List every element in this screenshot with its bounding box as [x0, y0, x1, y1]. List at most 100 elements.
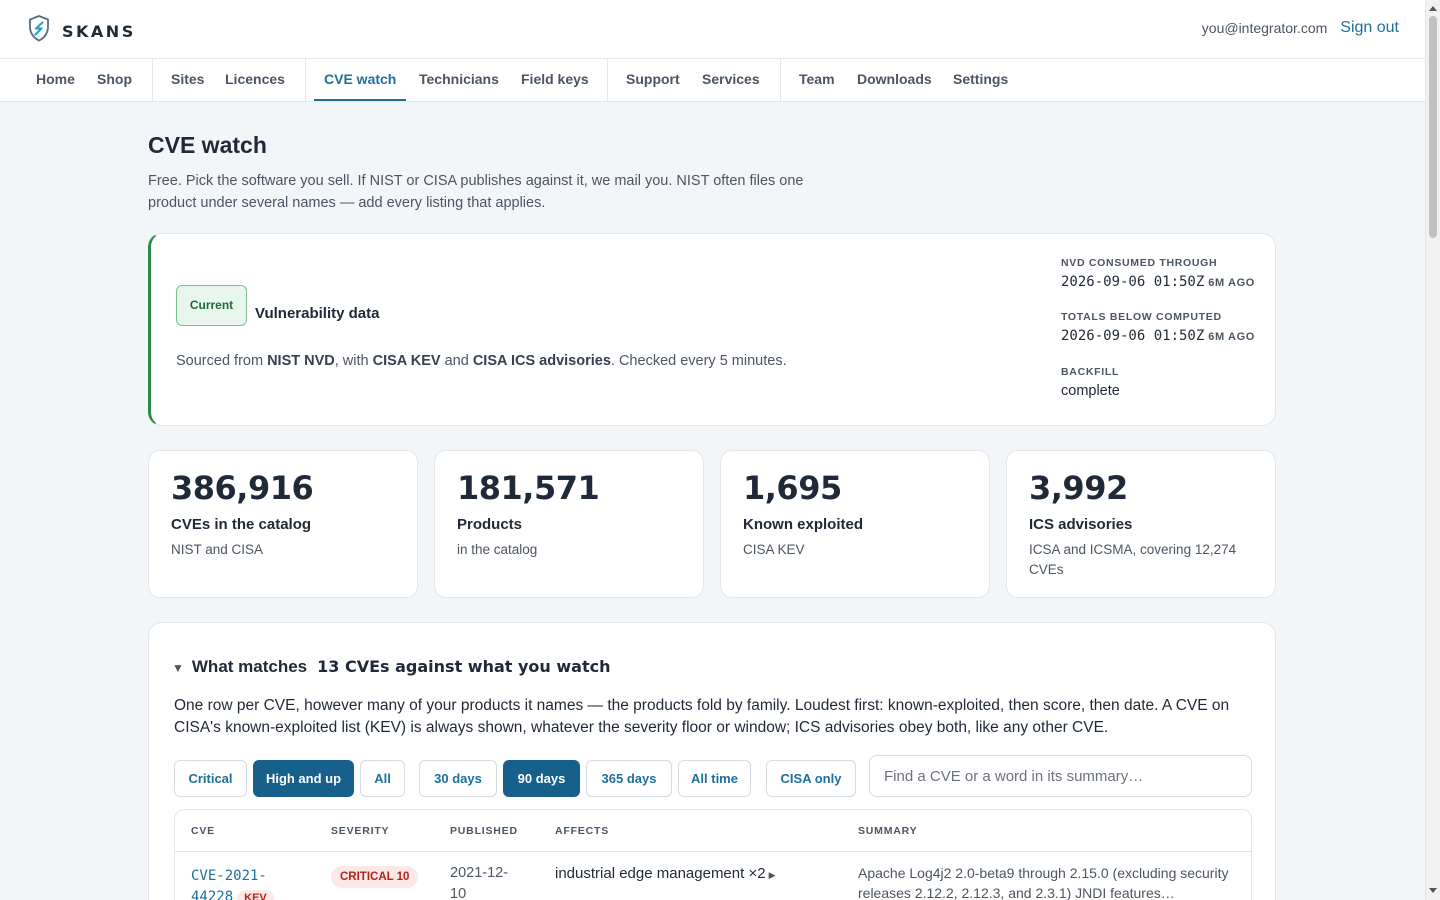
status-description: Sourced from NIST NVD, with CISA KEV and… — [176, 353, 787, 369]
filter-all-time[interactable]: All time — [678, 760, 751, 797]
nav-field-keys[interactable]: Field keys — [521, 59, 589, 101]
filter-90-days[interactable]: 90 days — [503, 760, 580, 797]
matches-header[interactable]: ▼ What matches 13 CVEs against what you … — [172, 657, 610, 677]
expand-affects-icon[interactable]: ▶ — [769, 870, 776, 880]
summary-cell: Apache Log4j2 2.0-beta9 through 2.15.0 (… — [858, 865, 1229, 900]
cve-cell: CVE-2021-44228 KEV — [191, 865, 301, 900]
nav-divider — [305, 59, 306, 101]
nav-services[interactable]: Services — [702, 59, 760, 101]
account-email: you@integrator.com — [1201, 20, 1328, 36]
stat-value: 386,916 — [171, 469, 314, 507]
stat-value: 181,571 — [457, 469, 600, 507]
meta-timestamp: 2026-09-06 01:50Z — [1061, 274, 1205, 290]
nav-divider — [607, 59, 608, 101]
stat-sublabel: ICSA and ICSMA, covering 12,274 CVEs — [1029, 542, 1237, 577]
sign-out-link[interactable]: Sign out — [1340, 19, 1399, 37]
stat-sublabel: in the catalog — [457, 542, 538, 557]
nav-licences[interactable]: Licences — [225, 59, 285, 101]
meta-label: BACKFILL — [1061, 366, 1120, 378]
status-badge: Current — [176, 285, 247, 326]
stat-card-cves: 386,916 CVEs in the catalog NIST and CIS… — [148, 450, 418, 598]
cve-search-input[interactable] — [869, 755, 1252, 797]
source-ics: CISA ICS advisories — [472, 353, 611, 369]
matches-table: CVE SEVERITY PUBLISHED AFFECTS SUMMARY C… — [174, 809, 1252, 900]
nav-settings[interactable]: Settings — [953, 59, 1008, 101]
nav-technicians[interactable]: Technicians — [419, 59, 499, 101]
page-intro: Free. Pick the software you sell. If NIS… — [148, 173, 804, 211]
page-scrollbar[interactable] — [1425, 0, 1440, 900]
nav-shop[interactable]: Shop — [97, 59, 132, 101]
stat-label: Products — [457, 516, 523, 533]
nav-downloads[interactable]: Downloads — [857, 59, 932, 101]
matches-count: 13 CVEs against what you watch — [317, 657, 611, 676]
collapse-caret-icon[interactable]: ▼ — [172, 661, 184, 675]
source-nvd: NIST NVD — [267, 353, 335, 369]
brand-logo[interactable]: SKANS — [28, 15, 136, 47]
filter-30-days[interactable]: 30 days — [419, 760, 497, 797]
stat-card-products: 181,571 Products in the catalog — [434, 450, 704, 598]
stat-label: ICS advisories — [1029, 516, 1133, 533]
stat-sublabel: NIST and CISA — [171, 542, 264, 557]
stat-value: 3,992 — [1029, 469, 1128, 507]
column-header-published[interactable]: PUBLISHED — [450, 825, 518, 837]
severity-cell: CRITICAL 10 — [331, 866, 419, 888]
stat-value: 1,695 — [743, 469, 842, 507]
nav-cve-watch[interactable]: CVE watch — [314, 59, 407, 101]
totals-computed-meta: TOTALS BELOW COMPUTED 2026-09-06 01:50Z 6… — [1061, 311, 1255, 344]
filter-cisa-only[interactable]: CISA only — [766, 760, 856, 797]
nav-home[interactable]: Home — [36, 59, 75, 101]
status-desc-text: Sourced from — [176, 353, 268, 369]
matches-title: What matches — [191, 657, 308, 676]
stat-label: Known exploited — [743, 516, 863, 533]
nvd-consumed-meta: NVD CONSUMED THROUGH 2026-09-06 01:50Z 6M… — [1061, 257, 1255, 290]
status-desc-text: and — [440, 353, 473, 369]
meta-label: TOTALS BELOW COMPUTED — [1061, 311, 1222, 323]
top-bar: SKANS you@integrator.com Sign out — [0, 0, 1425, 59]
meta-ago: 6M AGO — [1208, 331, 1255, 343]
affects-text: industrial edge management ×2 — [555, 865, 766, 882]
brand-name: SKANS — [62, 21, 136, 41]
meta-label: NVD CONSUMED THROUGH — [1061, 257, 1218, 269]
column-header-cve[interactable]: CVE — [191, 825, 215, 837]
nav-sites[interactable]: Sites — [171, 59, 204, 101]
status-desc-text: , with — [334, 353, 373, 369]
stat-card-ics-advisories: 3,992 ICS advisories ICSA and ICSMA, cov… — [1006, 450, 1276, 598]
filter-365-days[interactable]: 365 days — [586, 760, 672, 797]
shield-logo-icon — [28, 15, 50, 47]
kev-badge: KEV — [237, 890, 274, 900]
status-desc-text: . Checked every 5 minutes. — [610, 353, 787, 369]
meta-value: 2026-09-06 01:50Z 6M AGO — [1061, 274, 1255, 290]
meta-value: complete — [1061, 383, 1120, 399]
backfill-meta: BACKFILL complete — [1061, 366, 1120, 399]
table-header-divider — [175, 851, 1251, 852]
nav-divider — [780, 59, 781, 101]
scroll-down-arrow-icon[interactable] — [1429, 888, 1437, 893]
nav-divider — [152, 59, 153, 101]
column-header-severity[interactable]: SEVERITY — [331, 825, 389, 837]
published-date: 2021-12-10 — [450, 865, 509, 900]
nav-team[interactable]: Team — [799, 59, 835, 101]
filter-all[interactable]: All — [360, 760, 405, 797]
page-title: CVE watch — [148, 132, 267, 158]
stat-sublabel: CISA KEV — [743, 542, 805, 557]
column-header-affects[interactable]: AFFECTS — [555, 825, 609, 837]
meta-timestamp: 2026-09-06 01:50Z — [1061, 328, 1205, 344]
scroll-thumb[interactable] — [1429, 16, 1437, 238]
stat-card-known-exploited: 1,695 Known exploited CISA KEV — [720, 450, 990, 598]
source-kev: CISA KEV — [372, 353, 441, 369]
filter-critical[interactable]: Critical — [174, 760, 247, 797]
data-status-card: Current Vulnerability data Sourced from … — [148, 233, 1276, 426]
account-area: you@integrator.com Sign out — [1202, 19, 1399, 37]
meta-ago: 6M AGO — [1208, 277, 1255, 289]
stat-label: CVEs in the catalog — [171, 516, 312, 533]
matches-description: One row per CVE, however many of your pr… — [174, 697, 1230, 736]
meta-value: 2026-09-06 01:50Z 6M AGO — [1061, 328, 1255, 344]
matches-panel: ▼ What matches 13 CVEs against what you … — [148, 622, 1276, 900]
severity-badge: CRITICAL 10 — [331, 866, 419, 888]
status-title: Vulnerability data — [255, 305, 380, 322]
scroll-up-arrow-icon[interactable] — [1429, 6, 1437, 11]
column-header-summary[interactable]: SUMMARY — [858, 825, 917, 837]
main-nav: Home Shop Sites Licences CVE watch Techn… — [0, 59, 1425, 102]
nav-support[interactable]: Support — [626, 59, 680, 101]
filter-high-and-up[interactable]: High and up — [253, 760, 354, 797]
